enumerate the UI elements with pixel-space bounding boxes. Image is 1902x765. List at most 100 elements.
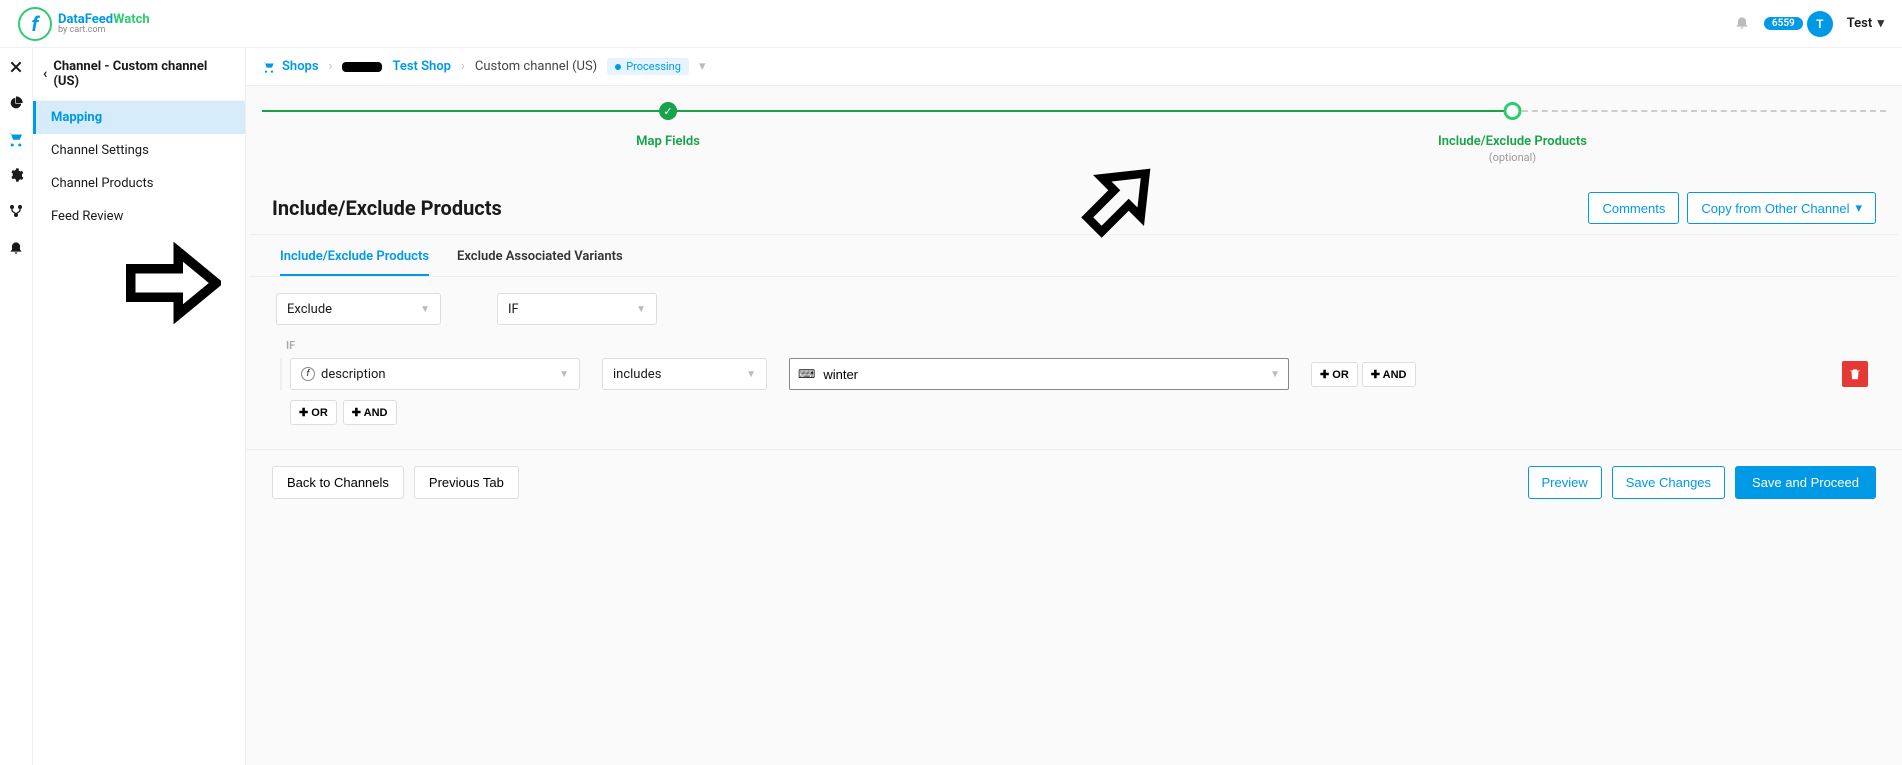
avatar[interactable]: T [1807, 11, 1833, 37]
caret-down-icon: ▼ [1270, 369, 1280, 380]
tab-exclude-variants[interactable]: Exclude Associated Variants [457, 249, 623, 276]
check-icon: ✓ [659, 102, 677, 120]
rule-editor: Exclude ▼ IF ▼ IF f description ▼ includes… [246, 277, 1902, 441]
sidebar-item-mapping[interactable]: Mapping [33, 101, 245, 134]
footer-actions: Back to Channels Previous Tab Preview Sa… [246, 449, 1902, 515]
keyboard-icon: ⌨ [798, 367, 815, 381]
step2-label: Include/Exclude Products [1438, 134, 1587, 149]
field-icon: f [301, 367, 315, 381]
logo-text: DataFeedWatch by cart.com [58, 13, 150, 35]
copy-from-other-channel-button[interactable]: Copy from Other Channel ▾ [1687, 192, 1876, 224]
delete-rule-button[interactable] [1842, 361, 1868, 387]
sidebar: ‹ Channel - Custom channel (US) Mapping … [33, 48, 246, 765]
caret-down-icon: ▼ [420, 304, 430, 315]
action-value: Exclude [287, 302, 332, 317]
condition-type-select[interactable]: IF ▼ [497, 293, 657, 325]
save-changes-button[interactable]: Save Changes [1612, 466, 1725, 499]
previous-tab-button[interactable]: Previous Tab [414, 466, 519, 499]
and-button[interactable]: ✚ AND [343, 400, 397, 425]
logo[interactable]: f DataFeedWatch by cart.com [18, 7, 150, 41]
step-current-icon [1503, 102, 1521, 120]
redacted-icon [342, 62, 382, 72]
breadcrumb-channel: Custom channel (US) [475, 59, 597, 74]
preview-button[interactable]: Preview [1528, 466, 1602, 499]
and-label2: AND [364, 407, 388, 419]
save-and-proceed-button[interactable]: Save and Proceed [1735, 466, 1876, 499]
breadcrumb-shops[interactable]: Shops [262, 59, 319, 74]
breadcrumb-sep: › [329, 59, 333, 74]
section-actions: Comments Copy from Other Channel ▾ [1588, 192, 1876, 224]
step-include-exclude[interactable]: Include/Exclude Products (optional) [1438, 102, 1587, 164]
condition-row: f description ▼ includes ▼ ⌨ ▼ ✚ OR ✚ AND [280, 358, 1872, 390]
rule-top-row: Exclude ▼ IF ▼ [276, 293, 1872, 325]
back-to-channels-button[interactable]: Back to Channels [272, 466, 404, 499]
user-menu[interactable]: Test ▾ [1847, 16, 1884, 31]
caret-down-icon: ▾ [1855, 200, 1862, 216]
icon-rail [0, 48, 33, 765]
comments-button[interactable]: Comments [1588, 192, 1679, 224]
status-badge: Processing [607, 58, 689, 75]
chevron-left-icon: ‹ [43, 66, 47, 82]
caret-down-icon: ▼ [746, 369, 756, 380]
row-orand: ✚ OR ✚ AND [290, 400, 1872, 425]
copy-button-label: Copy from Other Channel [1701, 201, 1849, 216]
step-line [262, 110, 1886, 112]
sidebar-item-channel-products[interactable]: Channel Products [33, 167, 245, 200]
value-input-wrap[interactable]: ⌨ ▼ [789, 358, 1289, 390]
caret-down-icon: ▾ [1874, 16, 1884, 31]
close-icon[interactable] [7, 58, 25, 76]
header-right: 6559 T Test ▾ [1734, 11, 1884, 37]
operator-value: includes [613, 367, 661, 382]
trash-icon [1848, 367, 1862, 381]
branch-icon[interactable] [7, 202, 25, 220]
count-badge[interactable]: 6559 [1764, 17, 1803, 30]
bell-icon[interactable] [1734, 14, 1750, 34]
or-inline-button[interactable]: ✚ OR [1311, 362, 1358, 387]
step-map-fields[interactable]: ✓ Map Fields [636, 102, 700, 149]
value-input[interactable] [823, 367, 1262, 382]
stepper: ✓ Map Fields Include/Exclude Products (o… [262, 98, 1886, 168]
page-title: Include/Exclude Products [272, 196, 502, 220]
field-value: description [321, 367, 386, 382]
status-dot-icon [615, 64, 621, 70]
or-button[interactable]: ✚ OR [290, 400, 337, 425]
gear-icon[interactable] [7, 166, 25, 184]
breadcrumb-shop[interactable]: Test Shop [392, 59, 451, 74]
logo-icon: f [18, 7, 52, 41]
if-label: IF [286, 339, 1872, 352]
sidebar-item-feed-review[interactable]: Feed Review [33, 200, 245, 233]
section-header: Include/Exclude Products Comments Copy f… [250, 168, 1898, 235]
tab-include-exclude[interactable]: Include/Exclude Products [280, 249, 429, 276]
caret-down-icon: ▼ [559, 369, 569, 380]
action-select[interactable]: Exclude ▼ [276, 293, 441, 325]
caret-down-icon: ▼ [636, 304, 646, 315]
pie-chart-icon[interactable] [7, 94, 25, 112]
cart-icon[interactable] [7, 130, 25, 148]
condition-type-value: IF [508, 302, 519, 317]
sidebar-title: Channel - Custom channel (US) [53, 59, 235, 89]
operator-select[interactable]: includes ▼ [602, 358, 767, 390]
breadcrumb-sep: › [461, 59, 465, 74]
breadcrumb-shops-label: Shops [282, 59, 319, 74]
sidebar-item-channel-settings[interactable]: Channel Settings [33, 134, 245, 167]
field-select[interactable]: f description ▼ [290, 358, 580, 390]
breadcrumb: Shops › Test Shop › Custom channel (US) … [246, 48, 1902, 86]
sidebar-header[interactable]: ‹ Channel - Custom channel (US) [33, 48, 245, 101]
status-label: Processing [626, 60, 681, 73]
step1-label: Map Fields [636, 134, 700, 149]
step2-sublabel: (optional) [1489, 151, 1536, 164]
user-name-label: Test [1847, 16, 1872, 31]
and-label: AND [1383, 369, 1407, 381]
inline-orand: ✚ OR ✚ AND [1311, 362, 1416, 387]
and-inline-button[interactable]: ✚ AND [1362, 362, 1416, 387]
logo-subtitle: by cart.com [58, 26, 150, 35]
cart-small-icon [262, 60, 276, 74]
top-header: f DataFeedWatch by cart.com 6559 T Test … [0, 0, 1902, 48]
bell-rail-icon[interactable] [7, 238, 25, 256]
main-content: Shops › Test Shop › Custom channel (US) … [246, 48, 1902, 765]
logo-brand2: Watch [113, 12, 150, 27]
or-label: OR [1332, 369, 1349, 381]
or-label2: OR [311, 407, 328, 419]
status-dropdown-icon[interactable]: ▾ [699, 59, 706, 74]
tabs: Include/Exclude Products Exclude Associa… [250, 235, 1898, 277]
